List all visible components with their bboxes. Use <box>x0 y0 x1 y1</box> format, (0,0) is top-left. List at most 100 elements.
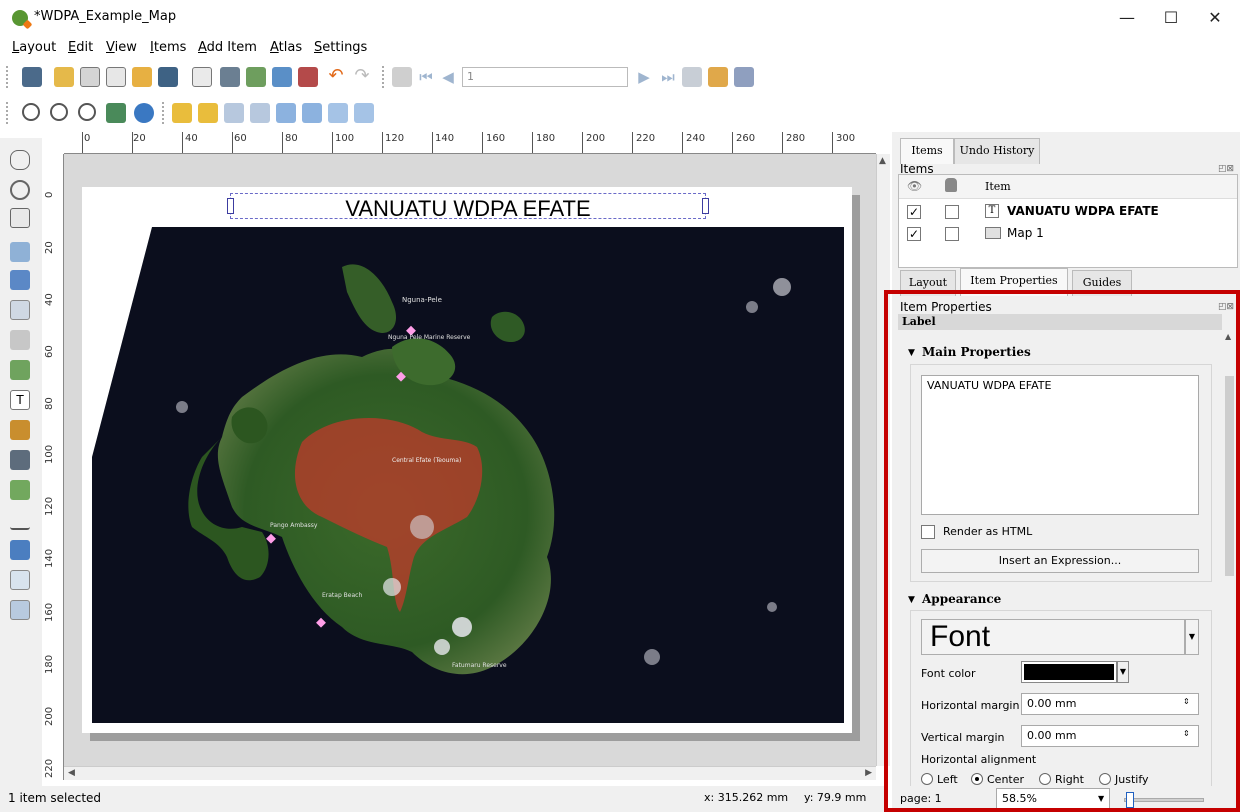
add-node-item-icon[interactable] <box>10 540 30 560</box>
last-feature-icon[interactable]: ⏭ <box>658 67 678 87</box>
add-3d-map-icon[interactable] <box>10 330 30 350</box>
tab-undo-history[interactable]: Undo History <box>954 138 1040 164</box>
atlas-settings-icon[interactable] <box>734 67 754 87</box>
selection-status: 1 item selected <box>8 791 102 805</box>
zoom-tool-icon[interactable] <box>10 180 30 200</box>
add-label-icon[interactable]: T <box>10 390 30 410</box>
ruler-label: 20 <box>44 241 55 254</box>
redo-icon[interactable]: ↷ <box>352 67 372 87</box>
zoom-out-icon[interactable] <box>50 103 68 121</box>
map-label-ambassy: Pango Ambassy <box>270 522 318 529</box>
ungroup-icon[interactable] <box>328 103 348 123</box>
dock-float-close-icon[interactable]: ◰⊠ <box>1218 164 1234 174</box>
ruler-label: 0 <box>44 191 55 198</box>
menu-layout[interactable]: Layout <box>12 40 56 55</box>
x-coordinate: x: 315.262 mm <box>704 791 789 804</box>
layout-page[interactable]: VANUATU WDPA EFATE Nguna-Pele Nguna Pele… <box>82 187 852 733</box>
add-shape-icon[interactable] <box>10 480 30 500</box>
atlas-preview-icon[interactable] <box>392 67 412 87</box>
export-pdf-icon[interactable] <box>298 67 318 87</box>
page-setup-icon[interactable] <box>192 67 212 87</box>
map-label-south2: Fatumaru Reserve <box>452 662 507 669</box>
export-atlas-icon[interactable] <box>708 67 728 87</box>
add-map-icon[interactable] <box>10 300 30 320</box>
layout-title-text: VANUATU WDPA EFATE <box>345 196 591 221</box>
add-html-icon[interactable] <box>10 570 30 590</box>
menu-settings[interactable]: Settings <box>314 40 367 55</box>
zoom-full-icon[interactable] <box>106 103 126 123</box>
move-content-icon[interactable] <box>10 242 30 262</box>
title-label-item[interactable]: VANUATU WDPA EFATE <box>227 193 709 221</box>
maximize-button[interactable]: ☐ <box>1148 0 1194 36</box>
undo-icon[interactable]: ↶ <box>326 67 346 87</box>
items-list[interactable]: 👁 Item ✓ T VANUATU WDPA EFATE ✓ Map 1 <box>898 174 1238 268</box>
open-template-icon[interactable] <box>132 67 152 87</box>
resize-icon[interactable] <box>276 103 296 123</box>
add-legend-icon[interactable] <box>10 420 30 440</box>
toolbar-grip[interactable] <box>6 66 10 88</box>
group-icon[interactable] <box>302 103 322 123</box>
horizontal-ruler: 0 20 40 60 80 100 120 140 160 180 200 22… <box>64 132 876 154</box>
item-row[interactable]: ✓ T VANUATU WDPA EFATE <box>899 201 1237 223</box>
scroll-up-icon[interactable]: ▲ <box>879 156 886 166</box>
highlight-frame <box>884 290 1240 812</box>
add-arrow-icon[interactable] <box>10 510 30 530</box>
zoom-in-icon[interactable] <box>22 103 40 121</box>
layout-canvas[interactable]: VANUATU WDPA EFATE Nguna-Pele Nguna Pele… <box>64 154 876 766</box>
layout-manager-icon[interactable] <box>106 67 126 87</box>
toolbar-grip[interactable] <box>382 66 386 88</box>
align-left-icon[interactable] <box>224 103 244 123</box>
next-feature-icon[interactable]: ▶ <box>634 67 654 87</box>
print-atlas-icon[interactable] <box>682 67 702 87</box>
scroll-left-icon[interactable]: ◀ <box>68 768 75 778</box>
map-item[interactable]: Nguna-Pele Nguna Pele Marine Reserve Cen… <box>92 227 844 723</box>
lock-items-icon[interactable] <box>354 103 374 123</box>
item-row[interactable]: ✓ Map 1 <box>899 223 1237 245</box>
new-layout-icon[interactable] <box>54 67 74 87</box>
map-label-south: Eratap Beach <box>322 592 362 599</box>
add-scalebar-icon[interactable] <box>10 450 30 470</box>
ruler-label: 200 <box>586 133 606 144</box>
menu-add-item[interactable]: Add Item <box>198 40 257 55</box>
ruler-label: 0 <box>84 133 91 144</box>
menu-items[interactable]: Items <box>150 40 186 55</box>
distribute-icon[interactable] <box>250 103 270 123</box>
atlas-page-field[interactable]: 1 <box>462 67 628 87</box>
add-picture-icon[interactable] <box>10 360 30 380</box>
ruler-label: 160 <box>44 602 55 622</box>
toolbar-grip[interactable] <box>162 102 166 124</box>
lock-checkbox[interactable] <box>945 227 959 241</box>
refresh-icon[interactable] <box>134 103 154 123</box>
ruler-label: 300 <box>836 133 856 144</box>
item-name: VANUATU WDPA EFATE <box>1007 204 1159 218</box>
horizontal-scrollbar[interactable]: ◀ ▶ <box>64 766 876 780</box>
ruler-label: 280 <box>786 133 806 144</box>
save-template-icon[interactable] <box>158 67 178 87</box>
first-feature-icon[interactable]: ⏮ <box>416 67 436 87</box>
zoom-actual-icon[interactable] <box>78 103 96 121</box>
menu-edit[interactable]: Edit <box>68 40 93 55</box>
scroll-right-icon[interactable]: ▶ <box>865 768 872 778</box>
print-icon[interactable] <box>220 67 240 87</box>
lock-checkbox[interactable] <box>945 205 959 219</box>
edit-nodes-icon[interactable] <box>10 270 30 290</box>
export-image-icon[interactable] <box>246 67 266 87</box>
previous-feature-icon[interactable]: ◀ <box>438 67 458 87</box>
save-icon[interactable] <box>22 67 42 87</box>
lower-items-icon[interactable] <box>198 103 218 123</box>
visibility-checkbox[interactable]: ✓ <box>907 205 921 219</box>
status-bar: 1 item selected x: 315.262 mm y: 79.9 mm <box>0 786 884 812</box>
close-button[interactable]: ✕ <box>1192 0 1238 36</box>
raise-items-icon[interactable] <box>172 103 192 123</box>
toolbar-grip[interactable] <box>6 102 10 124</box>
tab-items[interactable]: Items <box>900 138 954 164</box>
add-attribute-table-icon[interactable] <box>10 600 30 620</box>
export-svg-icon[interactable] <box>272 67 292 87</box>
menu-atlas[interactable]: Atlas <box>270 40 302 55</box>
select-move-icon[interactable] <box>10 208 30 228</box>
minimize-button[interactable]: — <box>1104 0 1150 36</box>
pan-icon[interactable] <box>10 150 30 170</box>
duplicate-layout-icon[interactable] <box>80 67 100 87</box>
visibility-checkbox[interactable]: ✓ <box>907 227 921 241</box>
menu-view[interactable]: View <box>106 40 137 55</box>
